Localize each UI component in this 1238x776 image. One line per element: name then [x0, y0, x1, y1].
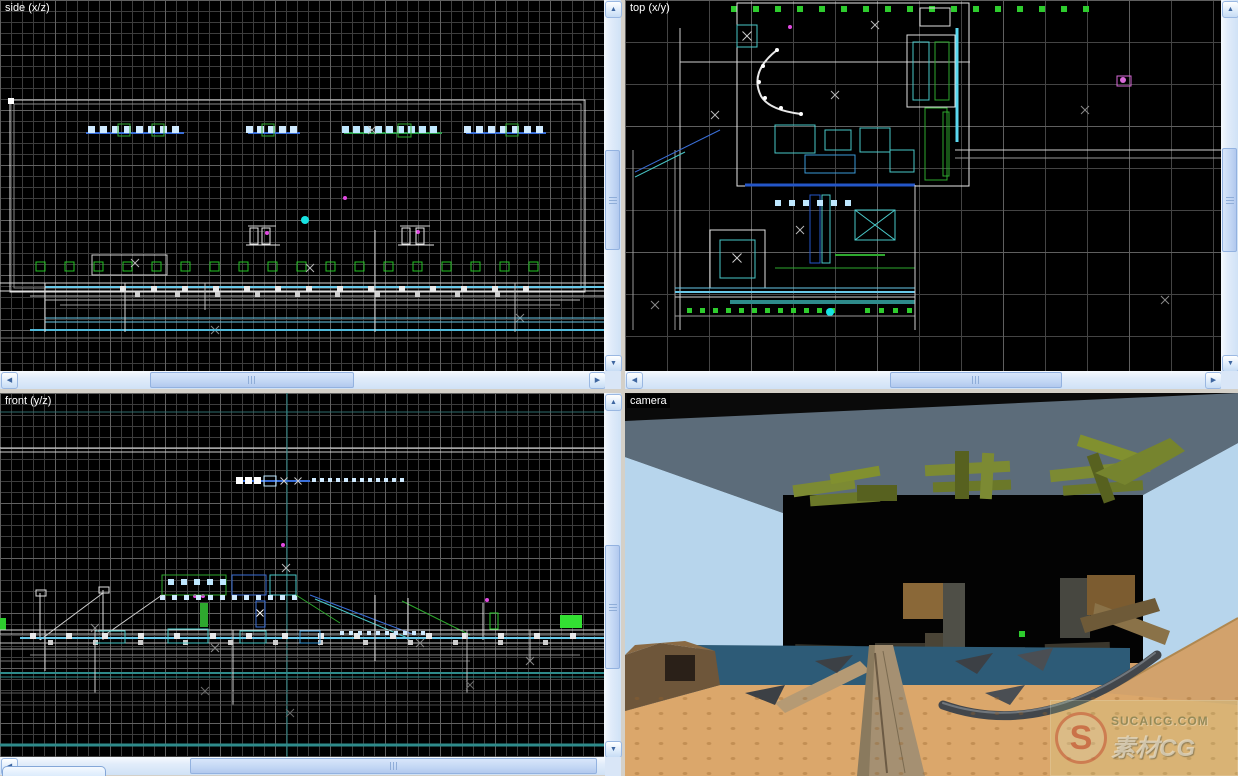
down-arrow-icon: ▼ — [610, 360, 617, 367]
top-hscroll-right-button[interactable]: ▶ — [1205, 372, 1222, 389]
watermark-site-text: SUCAICG.COM — [1111, 714, 1209, 728]
partial-window-edge[interactable] — [2, 766, 106, 776]
side-vscroll-down-button[interactable]: ▼ — [605, 355, 622, 372]
editor-window: side (x/z) ▲ ▼ ◀ ▶ top (x/y) ▲ ▼ ◀ ▶ fro… — [0, 0, 1238, 776]
top-vscroll-down-button[interactable]: ▼ — [1222, 355, 1238, 372]
watermark-brand-text: 素材CG — [1111, 728, 1209, 763]
down-arrow-icon: ▼ — [610, 746, 617, 753]
side-hscrollbar[interactable]: ◀ ▶ — [0, 371, 605, 389]
side-vscroll-up-button[interactable]: ▲ — [605, 1, 622, 18]
viewport-camera[interactable]: camera S SUCAICG.COM 素材CG — [625, 393, 1238, 776]
side-canvas[interactable] — [0, 0, 604, 371]
up-arrow-icon: ▲ — [610, 6, 617, 13]
side-scroll-corner — [605, 371, 621, 389]
up-arrow-icon: ▲ — [1227, 6, 1234, 13]
watermark: S SUCAICG.COM 素材CG — [1050, 700, 1238, 776]
side-hscroll-left-button[interactable]: ◀ — [1, 372, 18, 389]
viewport-front-label: front (y/z) — [2, 394, 54, 408]
up-arrow-icon: ▲ — [610, 399, 617, 406]
front-vscroll-thumb[interactable] — [605, 545, 620, 669]
side-vscroll-thumb[interactable] — [605, 150, 620, 250]
top-hscroll-left-button[interactable]: ◀ — [626, 372, 643, 389]
top-canvas[interactable] — [625, 0, 1221, 371]
top-hscroll-thumb[interactable] — [890, 372, 1062, 388]
front-vscrollbar[interactable]: ▲ ▼ — [604, 393, 621, 757]
top-vscroll-thumb[interactable] — [1222, 148, 1237, 252]
right-arrow-icon: ▶ — [1211, 377, 1216, 384]
left-arrow-icon: ◀ — [7, 377, 12, 384]
front-canvas[interactable] — [0, 393, 604, 757]
viewport-top-label: top (x/y) — [627, 1, 673, 15]
viewport-side[interactable]: side (x/z) — [0, 0, 604, 371]
side-hscroll-right-button[interactable]: ▶ — [589, 372, 606, 389]
front-scroll-corner — [605, 757, 621, 776]
down-arrow-icon: ▼ — [1227, 360, 1234, 367]
front-vscroll-down-button[interactable]: ▼ — [605, 741, 622, 758]
right-arrow-icon: ▶ — [595, 377, 600, 384]
viewport-front[interactable]: front (y/z) — [0, 393, 604, 757]
top-vscroll-up-button[interactable]: ▲ — [1222, 1, 1238, 18]
top-hscrollbar[interactable]: ◀ ▶ — [625, 371, 1221, 389]
front-hscroll-thumb[interactable] — [190, 758, 597, 774]
watermark-logo-icon: S — [1055, 712, 1107, 764]
left-arrow-icon: ◀ — [632, 377, 637, 384]
viewport-camera-label: camera — [627, 394, 670, 408]
front-vscroll-up-button[interactable]: ▲ — [605, 394, 622, 411]
side-vscrollbar[interactable]: ▲ ▼ — [604, 0, 621, 371]
side-hscroll-thumb[interactable] — [150, 372, 354, 388]
viewport-top[interactable]: top (x/y) — [625, 0, 1221, 371]
viewport-side-label: side (x/z) — [2, 1, 53, 15]
top-vscrollbar[interactable]: ▲ ▼ — [1221, 0, 1238, 371]
top-scroll-corner — [1221, 371, 1238, 389]
